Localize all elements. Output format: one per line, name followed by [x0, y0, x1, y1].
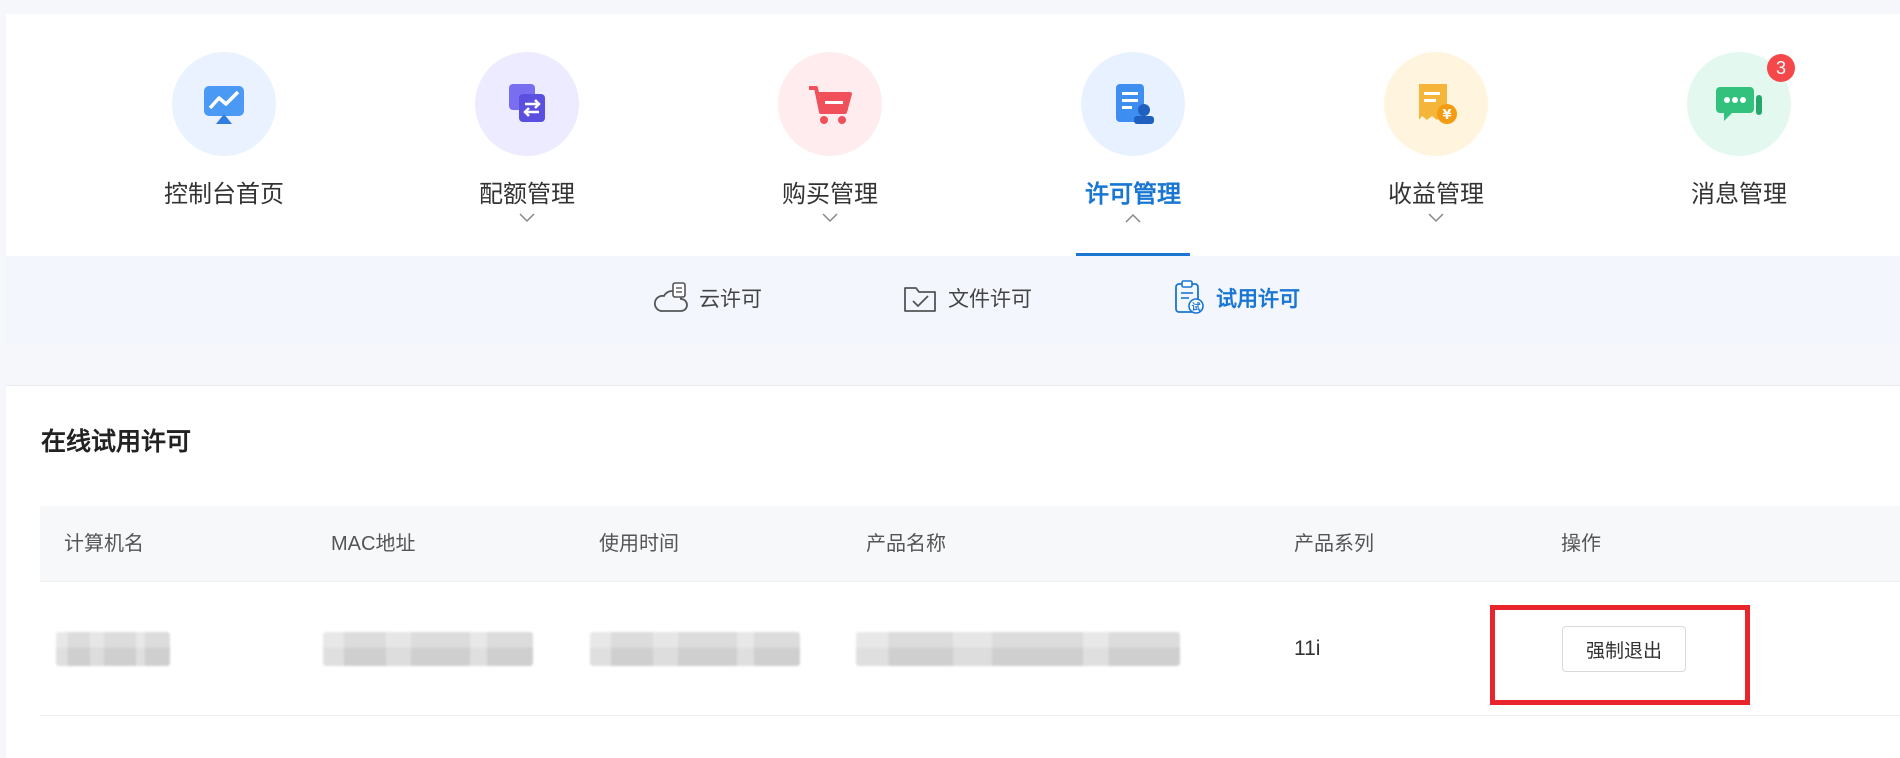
- nav-label: 配额管理: [479, 181, 575, 208]
- top-navigation: 控制台首页 配额管理 购买管理 许可管理 ¥ 收益管理 3 消息管理: [6, 14, 1900, 256]
- nav-label: 消息管理: [1691, 181, 1787, 208]
- redacted-usage-time: [590, 582, 800, 716]
- trial-license-panel: 在线试用许可 计算机名 MAC地址 使用时间 产品名称 产品系列 操作 11i: [6, 385, 1900, 758]
- quota-swap-icon: [475, 52, 579, 156]
- svg-text:试: 试: [1191, 301, 1200, 313]
- nav-label: 购买管理: [782, 181, 878, 208]
- cloud-license-icon: [653, 282, 688, 312]
- chevron-down-icon: [1428, 213, 1444, 223]
- chevron-up-icon: [1125, 213, 1141, 223]
- product-series-value: 11i: [1294, 637, 1321, 660]
- license-table: 计算机名 MAC地址 使用时间 产品名称 产品系列 操作 11i 强制退出: [40, 506, 1900, 716]
- svg-text:¥: ¥: [1442, 108, 1451, 123]
- license-doc-icon: [1081, 52, 1185, 156]
- col-product-name: 产品名称: [866, 533, 946, 555]
- table-header: 计算机名 MAC地址 使用时间 产品名称 产品系列 操作: [40, 506, 1900, 582]
- col-usage-time: 使用时间: [599, 533, 679, 555]
- nav-item-license[interactable]: 许可管理: [1043, 14, 1223, 256]
- nav-item-purchase[interactable]: 购买管理: [740, 14, 920, 256]
- col-product-series: 产品系列: [1294, 533, 1374, 555]
- nav-label: 许可管理: [1085, 181, 1181, 208]
- folder-check-icon: [904, 287, 936, 312]
- col-computer-name: 计算机名: [64, 533, 144, 555]
- table-row: 11i 强制退出: [40, 582, 1900, 716]
- trial-clipboard-icon: 试: [1175, 280, 1204, 314]
- redacted-computer-name: [56, 582, 170, 716]
- redacted-product-name: [856, 582, 1180, 716]
- col-mac-address: MAC地址: [331, 533, 416, 555]
- page-title: 在线试用许可: [41, 428, 192, 456]
- unread-badge: 3: [1767, 54, 1795, 82]
- subtab-cloud-license[interactable]: 云许可: [653, 278, 762, 318]
- col-actions: 操作: [1561, 533, 1601, 555]
- chevron-down-icon: [519, 213, 535, 223]
- subtab-label: 试用许可: [1216, 288, 1300, 311]
- nav-item-dashboard[interactable]: 控制台首页: [134, 14, 314, 256]
- sub-navigation: 云许可 文件许可 试 试用许可: [6, 256, 1900, 344]
- nav-item-quota[interactable]: 配额管理: [437, 14, 617, 256]
- message-chat-icon: 3: [1687, 52, 1795, 156]
- dashboard-chart-icon: [172, 52, 276, 156]
- action-cell: 强制退出: [1562, 582, 1686, 716]
- subtab-file-license[interactable]: 文件许可: [902, 278, 1032, 318]
- nav-label: 收益管理: [1388, 181, 1484, 208]
- subtab-trial-license[interactable]: 试 试用许可: [1172, 278, 1300, 318]
- chevron-down-icon: [822, 213, 838, 223]
- subtab-label: 云许可: [699, 288, 762, 311]
- subtab-label: 文件许可: [948, 288, 1032, 311]
- shopping-cart-icon: [778, 52, 882, 156]
- revenue-receipt-icon: ¥: [1384, 52, 1488, 156]
- nav-item-messages[interactable]: 3 消息管理: [1649, 14, 1829, 256]
- force-logout-button[interactable]: 强制退出: [1562, 626, 1686, 672]
- nav-item-revenue[interactable]: ¥ 收益管理: [1346, 14, 1526, 256]
- redacted-mac-address: [323, 582, 533, 716]
- nav-label: 控制台首页: [164, 181, 284, 208]
